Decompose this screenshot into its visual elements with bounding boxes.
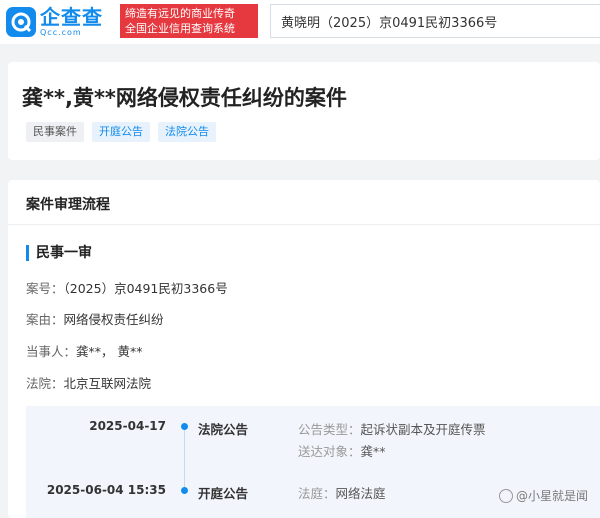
slogan-line-2: 全国企业信用查询系统 bbox=[125, 22, 235, 35]
slogan-line-1: 缔造有远见的商业传奇 bbox=[125, 7, 235, 20]
case-title: 龚**,黄**网络侵权责任纠纷的案件 bbox=[22, 86, 347, 110]
top-bar: 企查查 Qcc.com 缔造有远见的商业传奇 全国企业信用查询系统 黄晓明（20… bbox=[0, 0, 600, 44]
timeline-line bbox=[184, 426, 185, 490]
detail-label: 送达对象： bbox=[298, 444, 361, 459]
detail-value: 起诉状副本及开庭传票 bbox=[360, 422, 486, 437]
watermark: @小星就是闻 bbox=[498, 487, 588, 504]
detail-value: 龚** bbox=[360, 444, 386, 459]
field-label: 当事人： bbox=[26, 344, 77, 359]
field-value: （2025）京0491民初3366号 bbox=[63, 281, 228, 296]
watermark-text: @小星就是闻 bbox=[515, 489, 588, 503]
field-value[interactable]: 龚**， 黄** bbox=[76, 344, 142, 359]
detail-label: 法庭： bbox=[298, 486, 336, 501]
timeline-type[interactable]: 法院公告 bbox=[198, 419, 248, 438]
section-title: 案件审理流程 bbox=[26, 197, 110, 213]
timeline-date: 2025-04-17 bbox=[89, 419, 166, 433]
slogan-banner: 缔造有远见的商业传奇 全国企业信用查询系统 bbox=[120, 4, 258, 38]
field-parties: 当事人：龚**， 黄** bbox=[26, 341, 143, 360]
detail-label: 公告类型： bbox=[298, 422, 361, 437]
case-process-card: 案件审理流程 民事一审 案号：（2025）京0491民初3366号 案由：网络侵… bbox=[8, 180, 600, 518]
field-label: 案由： bbox=[26, 312, 64, 327]
field-cause: 案由：网络侵权责任纠纷 bbox=[26, 309, 164, 328]
tag-civil-case[interactable]: 民事案件 bbox=[26, 122, 84, 142]
field-case-number: 案号：（2025）京0491民初3366号 bbox=[26, 278, 228, 297]
timeline-dot bbox=[181, 487, 188, 494]
logo-english-text: Qcc.com bbox=[40, 28, 82, 37]
field-value[interactable]: 北京互联网法院 bbox=[64, 376, 152, 391]
timeline-dot bbox=[181, 423, 188, 430]
tag-court-notice[interactable]: 法院公告 bbox=[158, 122, 216, 142]
timeline-detail: 公告类型：起诉状副本及开庭传票 bbox=[298, 419, 486, 438]
field-court: 法院：北京互联网法院 bbox=[26, 373, 151, 392]
field-label: 案号： bbox=[26, 281, 64, 296]
qcc-logo-icon bbox=[6, 7, 36, 37]
case-header-card: 龚**,黄**网络侵权责任纠纷的案件 民事案件 开庭公告 法院公告 bbox=[8, 62, 600, 160]
stage-title: 民事一审 bbox=[26, 244, 92, 262]
field-value: 网络侵权责任纠纷 bbox=[63, 312, 164, 327]
search-input[interactable]: 黄晓明（2025）京0491民初3366号 bbox=[270, 4, 600, 38]
timeline-detail: 法庭：网络法庭 bbox=[298, 483, 386, 502]
timeline-date: 2025-06-04 15:35 bbox=[46, 483, 166, 497]
timeline-detail: 送达对象：龚** bbox=[298, 441, 386, 460]
divider bbox=[8, 224, 600, 225]
timeline: 2025-04-17 法院公告 公告类型：起诉状副本及开庭传票 送达对象：龚**… bbox=[26, 406, 600, 518]
qcc-logo[interactable]: 企查查 Qcc.com bbox=[6, 6, 103, 38]
tag-hearing-notice[interactable]: 开庭公告 bbox=[92, 122, 150, 142]
case-tags: 民事案件 开庭公告 法院公告 bbox=[26, 122, 216, 142]
logo-chinese-text: 企查查 bbox=[40, 5, 103, 29]
watermark-icon bbox=[498, 488, 513, 503]
detail-value: 网络法庭 bbox=[335, 486, 386, 501]
field-label: 法院： bbox=[26, 376, 64, 391]
timeline-type[interactable]: 开庭公告 bbox=[198, 483, 248, 502]
